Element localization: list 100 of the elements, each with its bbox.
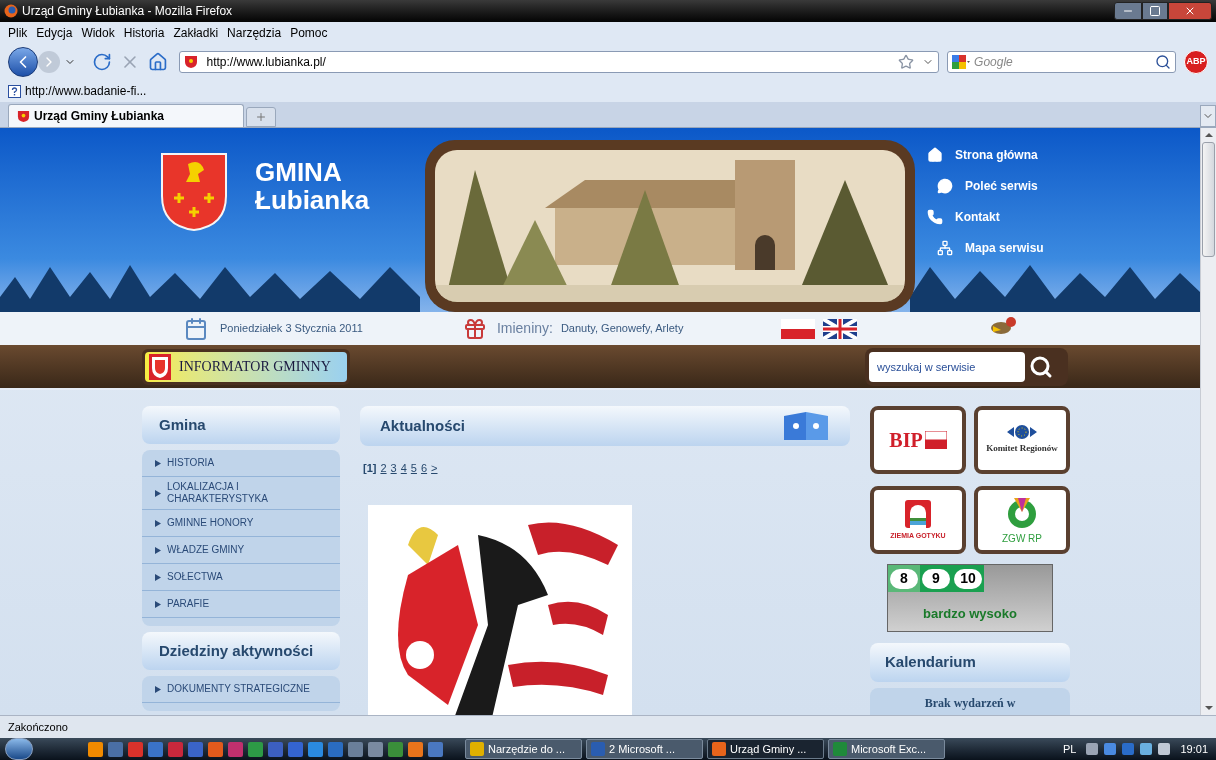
app-icon [591,742,605,756]
app-icon[interactable] [108,741,123,757]
page-link[interactable]: 4 [400,460,407,477]
search-icon[interactable] [1029,354,1053,379]
taskbar-button[interactable]: Urząd Gminy ... [707,739,824,759]
triangle-icon [155,546,161,554]
score-value: 9 [922,568,950,589]
informator-banner[interactable]: INFORMATOR GMINNY [142,348,350,385]
coat-of-arms-icon [149,353,171,380]
sidebar-link[interactable]: SOŁECTWA [142,564,340,591]
search-icon[interactable] [1155,54,1172,70]
app-icon[interactable] [308,741,323,757]
minimize-button[interactable] [1114,2,1142,20]
tray-icon[interactable] [1104,743,1117,755]
app-icon[interactable] [228,741,243,757]
tray-icon[interactable] [1140,743,1153,755]
british-flag-icon[interactable] [823,318,858,339]
header-nav-link[interactable]: Strona główna [927,146,1044,164]
polish-flag-icon[interactable] [781,318,816,339]
sidebar-link[interactable]: DOKUMENTY STRATEGICZNE [142,676,340,703]
gift-icon [462,316,487,341]
header-nav-link[interactable]: Kontakt [927,208,1044,226]
menu-item[interactable]: Edycja [36,24,73,42]
app-icon [712,742,726,756]
tray-icon[interactable] [1158,743,1171,755]
page-link[interactable]: 5 [410,460,417,477]
app-icon[interactable] [388,741,403,757]
menu-item[interactable]: Zakładki [173,24,219,42]
search-engine-icon [952,55,971,69]
page-link[interactable]: 6 [420,460,428,477]
sidebar-link[interactable]: HISTORIA [142,450,340,477]
search-input[interactable]: Google [974,53,1152,71]
web-search-field[interactable]: Google [947,51,1177,73]
taskbar-button[interactable]: 2 Microsoft ... [586,739,703,759]
shield-icon [17,109,30,123]
unknown-page-icon [8,84,21,98]
score-value: 8 [890,568,918,589]
app-icon[interactable] [188,741,203,757]
vertical-scrollbar[interactable] [1200,128,1216,715]
address-field[interactable]: http://www.lubianka.pl/ [179,51,940,73]
app-icon[interactable] [368,741,383,757]
app-icon[interactable] [208,741,223,757]
page-link[interactable]: > [431,460,438,477]
partner-logo-link[interactable]: ZGW RP [974,486,1070,554]
triangle-icon [155,489,161,497]
page-link[interactable]: 2 [380,460,387,477]
new-tab-button[interactable] [246,107,276,127]
menu-item[interactable]: Plik [8,24,28,42]
sidebar-link[interactable]: WŁADZE GMINY [142,537,340,564]
menu-item[interactable]: Widok [81,24,115,42]
sidebar-link[interactable]: LOKALIZACJA I CHARAKTERYSTYKA [142,477,340,510]
back-button[interactable] [8,47,38,77]
app-icon[interactable] [88,741,103,757]
taskbar-button[interactable]: Microsoft Exc... [828,739,945,759]
language-indicator[interactable]: PL [1063,740,1077,758]
adblock-badge[interactable]: ABP [1184,50,1208,74]
app-icon[interactable] [268,741,283,757]
close-button[interactable] [1168,2,1212,20]
app-icon[interactable] [128,741,143,757]
bookmark-link[interactable]: http://www.badanie-fi... [8,82,147,100]
phone-icon [927,209,943,225]
flag-icon [924,431,947,449]
tray-icon[interactable] [1086,743,1099,755]
calendar-icon [184,316,208,341]
header-nav-link[interactable]: Mapa serwisu [927,239,1044,257]
triangle-icon [155,519,161,527]
app-icon[interactable] [168,741,183,757]
app-icon[interactable] [348,741,363,757]
app-icon[interactable] [428,741,443,757]
app-icon[interactable] [148,741,163,757]
shield-icon [184,55,199,69]
reload-icon[interactable] [91,52,112,72]
partner-logo-link[interactable]: BIP [870,406,966,474]
app-icon [833,742,847,756]
score-value: 10 [954,568,982,589]
taskbar-button[interactable]: Narzędzie do ... [465,739,582,759]
menu-item[interactable]: Pomoc [290,24,328,42]
home-icon[interactable] [147,52,168,72]
app-icon[interactable] [288,741,303,757]
app-icon[interactable] [408,741,423,757]
header-nav-link[interactable]: Poleć serwis [927,177,1044,195]
menu-item[interactable]: Narzędzia [227,24,282,42]
sidebar-link[interactable]: GMINNE HONORY [142,510,340,537]
calendar-message: Brak wydarzeń w [924,695,1016,712]
app-icon[interactable] [248,741,263,757]
app-icon[interactable] [328,741,343,757]
browser-tab[interactable]: Urząd Gminy Łubianka [8,104,244,127]
name-days-label: Imieniny: [496,319,553,338]
start-orb-icon [5,738,33,760]
partner-logo-link[interactable]: Komitet Regionów [974,406,1070,474]
page-link[interactable]: 3 [390,460,397,477]
menu-item[interactable]: Historia [123,24,165,42]
site-search-field[interactable]: wyszukaj w serwisie [869,351,1025,382]
page-link[interactable]: [1] [363,460,377,477]
sidebar-link[interactable]: PARAFIE [142,591,340,618]
bookmark-star-icon[interactable] [898,54,915,70]
maximize-button[interactable] [1142,2,1168,20]
scrollbar-thumb[interactable] [1202,142,1215,257]
home-icon [927,147,943,163]
section-header: Gmina [142,406,340,444]
